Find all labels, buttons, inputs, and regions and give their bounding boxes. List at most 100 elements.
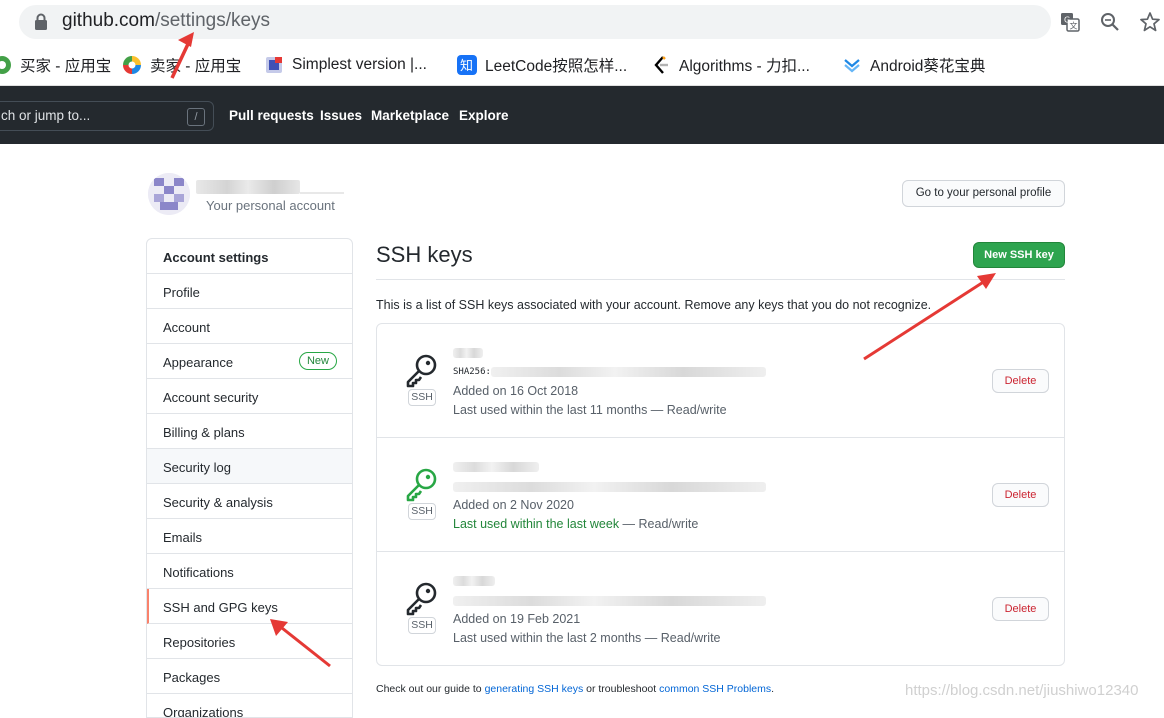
sidebar-item-label: Security log <box>163 460 231 475</box>
sidebar-item-billing[interactable]: Billing & plans <box>147 414 352 449</box>
key-last-used: Last used within the last week — Read/wr… <box>453 517 698 531</box>
bookmark-label: Android葵花宝典 <box>870 58 986 75</box>
translate-icon[interactable]: G 文 <box>1059 11 1081 33</box>
bookmarks-bar: 买家 - 应用宝 卖家 - 应用宝 Simplest version |... … <box>0 44 1164 86</box>
key-last-used-text: Last used within the last 11 months <box>453 403 648 417</box>
blurred-fingerprint <box>453 482 766 492</box>
sidebar-item-account-security[interactable]: Account security <box>147 379 352 414</box>
nav-marketplace[interactable]: Marketplace <box>371 108 449 123</box>
github-header: ch or jump to... / Pull requests Issues … <box>0 86 1164 144</box>
blurred-key-title <box>453 576 495 586</box>
avatar[interactable] <box>148 173 190 215</box>
doc-favicon-icon <box>266 57 282 73</box>
bookmark-item[interactable]: Algorithms - 力扣... <box>651 54 810 76</box>
sidebar-item-label: Security & analysis <box>163 495 273 510</box>
go-to-profile-button[interactable]: Go to your personal profile <box>902 180 1065 207</box>
common-ssh-problems-link[interactable]: common SSH Problems <box>659 683 771 695</box>
ssh-key-list: SSH SHA256: Added on 16 Oct 2018 Last us… <box>376 323 1065 666</box>
sidebar-item-emails[interactable]: Emails <box>147 519 352 554</box>
account-subtitle: Your personal account <box>206 198 335 213</box>
nav-issues[interactable]: Issues <box>320 108 362 123</box>
footer-post: . <box>771 683 775 695</box>
bookmark-label: Simplest version |... <box>292 56 427 73</box>
key-last-used-text: Last used within the last 2 months <box>453 631 642 645</box>
browser-toolbar: github.com/settings/keys G 文 <box>0 0 1164 44</box>
nav-explore[interactable]: Explore <box>459 108 509 123</box>
ssh-key-row: SSH Added on 19 Feb 2021 Last used withi… <box>377 552 1064 666</box>
sidebar-item-ssh-gpg-keys[interactable]: SSH and GPG keys <box>147 589 352 624</box>
ssh-badge: SSH <box>408 503 436 520</box>
sidebar-item-label: Account security <box>163 390 259 405</box>
key-added-date: Added on 2 Nov 2020 <box>453 498 574 512</box>
zoom-icon[interactable] <box>1099 11 1121 33</box>
sidebar-item-label: Notifications <box>163 565 234 580</box>
ssh-badge: SSH <box>408 389 436 406</box>
bookmark-item[interactable]: 买家 - 应用宝 <box>0 54 111 76</box>
blurred-username <box>196 180 300 194</box>
new-badge: New <box>298 352 337 370</box>
footer-pre: Check out our guide to <box>376 683 485 695</box>
generating-ssh-keys-link[interactable]: generating SSH keys <box>485 683 584 695</box>
watermark: https://blog.csdn.net/jiushiwo12340 <box>905 682 1139 699</box>
yingyongbao-icon <box>0 56 11 74</box>
page-title: SSH keys <box>376 242 473 267</box>
sidebar-item-organizations[interactable]: Organizations <box>147 694 352 718</box>
zhihu-icon: 知 <box>457 55 477 75</box>
bookmark-label: 买家 - 应用宝 <box>20 58 112 75</box>
key-fingerprint-prefix: SHA256: <box>453 367 491 377</box>
key-icon <box>406 354 437 388</box>
ssh-badge: SSH <box>408 617 436 634</box>
key-access: — Read/write <box>647 403 727 417</box>
url-host: github.com <box>62 10 155 31</box>
bookmark-item[interactable]: 卖家 - 应用宝 <box>122 54 241 76</box>
nav-pull-requests[interactable]: Pull requests <box>229 108 314 123</box>
key-last-used: Last used within the last 2 months — Rea… <box>453 631 721 645</box>
settings-sidebar: Account settings Profile Account Appeara… <box>146 238 353 718</box>
key-icon <box>406 468 437 502</box>
sidebar-item-label: Profile <box>163 285 200 300</box>
bookmark-chevron-icon <box>844 59 860 73</box>
sidebar-item-profile[interactable]: Profile <box>147 274 352 309</box>
blurred-fingerprint <box>453 596 766 606</box>
sidebar-item-label: Appearance <box>163 355 234 370</box>
blurred-fingerprint <box>491 367 766 377</box>
new-ssh-key-button[interactable]: New SSH key <box>973 242 1065 268</box>
ssh-key-row: SSH SHA256: Added on 16 Oct 2018 Last us… <box>377 324 1064 438</box>
search-placeholder: ch or jump to... <box>1 108 91 123</box>
key-access: — Read/write <box>619 517 699 531</box>
url-text[interactable]: github.com/settings/keys <box>62 10 270 32</box>
delete-key-button[interactable]: Delete <box>992 483 1049 507</box>
sidebar-item-notifications[interactable]: Notifications <box>147 554 352 589</box>
sidebar-item-security-analysis[interactable]: Security & analysis <box>147 484 352 519</box>
key-last-used-text: Last used within the last week <box>453 517 620 531</box>
leetcode-icon <box>654 56 668 74</box>
bookmark-item[interactable]: Simplest version |... <box>264 54 427 76</box>
lock-icon[interactable] <box>34 13 48 31</box>
sidebar-item-label: Packages <box>163 670 221 685</box>
sidebar-item-packages[interactable]: Packages <box>147 659 352 694</box>
bookmark-item[interactable]: 知 LeetCode按照怎样... <box>457 54 627 76</box>
sidebar-item-label: Billing & plans <box>163 425 245 440</box>
blurred-key-title <box>453 462 539 472</box>
sidebar-item-label: Organizations <box>163 705 244 718</box>
key-access: — Read/write <box>641 631 721 645</box>
bookmark-label: 卖家 - 应用宝 <box>150 58 242 75</box>
footer-note: Check out our guide to generating SSH ke… <box>376 683 774 695</box>
sidebar-item-repositories[interactable]: Repositories <box>147 624 352 659</box>
sidebar-item-appearance[interactable]: Appearance New <box>147 344 352 379</box>
blurred-username-underline <box>300 192 344 194</box>
sidebar-item-label: Emails <box>163 530 203 545</box>
ssh-key-row: SSH Added on 2 Nov 2020 Last used within… <box>377 438 1064 552</box>
bookmark-item[interactable]: Android葵花宝典 <box>842 54 985 76</box>
bookmark-star-icon[interactable] <box>1139 11 1161 33</box>
key-added-date: Added on 16 Oct 2018 <box>453 384 579 398</box>
delete-key-button[interactable]: Delete <box>992 597 1049 621</box>
search-input[interactable]: ch or jump to... / <box>0 101 214 131</box>
footer-mid: or troubleshoot <box>583 683 660 695</box>
sidebar-item-account[interactable]: Account <box>147 309 352 344</box>
sidebar-item-label: SSH and GPG keys <box>163 600 278 615</box>
url-path: /settings/keys <box>154 10 271 31</box>
sidebar-item-security-log[interactable]: Security log <box>147 449 352 484</box>
blurred-key-title <box>453 348 483 358</box>
delete-key-button[interactable]: Delete <box>992 369 1049 393</box>
